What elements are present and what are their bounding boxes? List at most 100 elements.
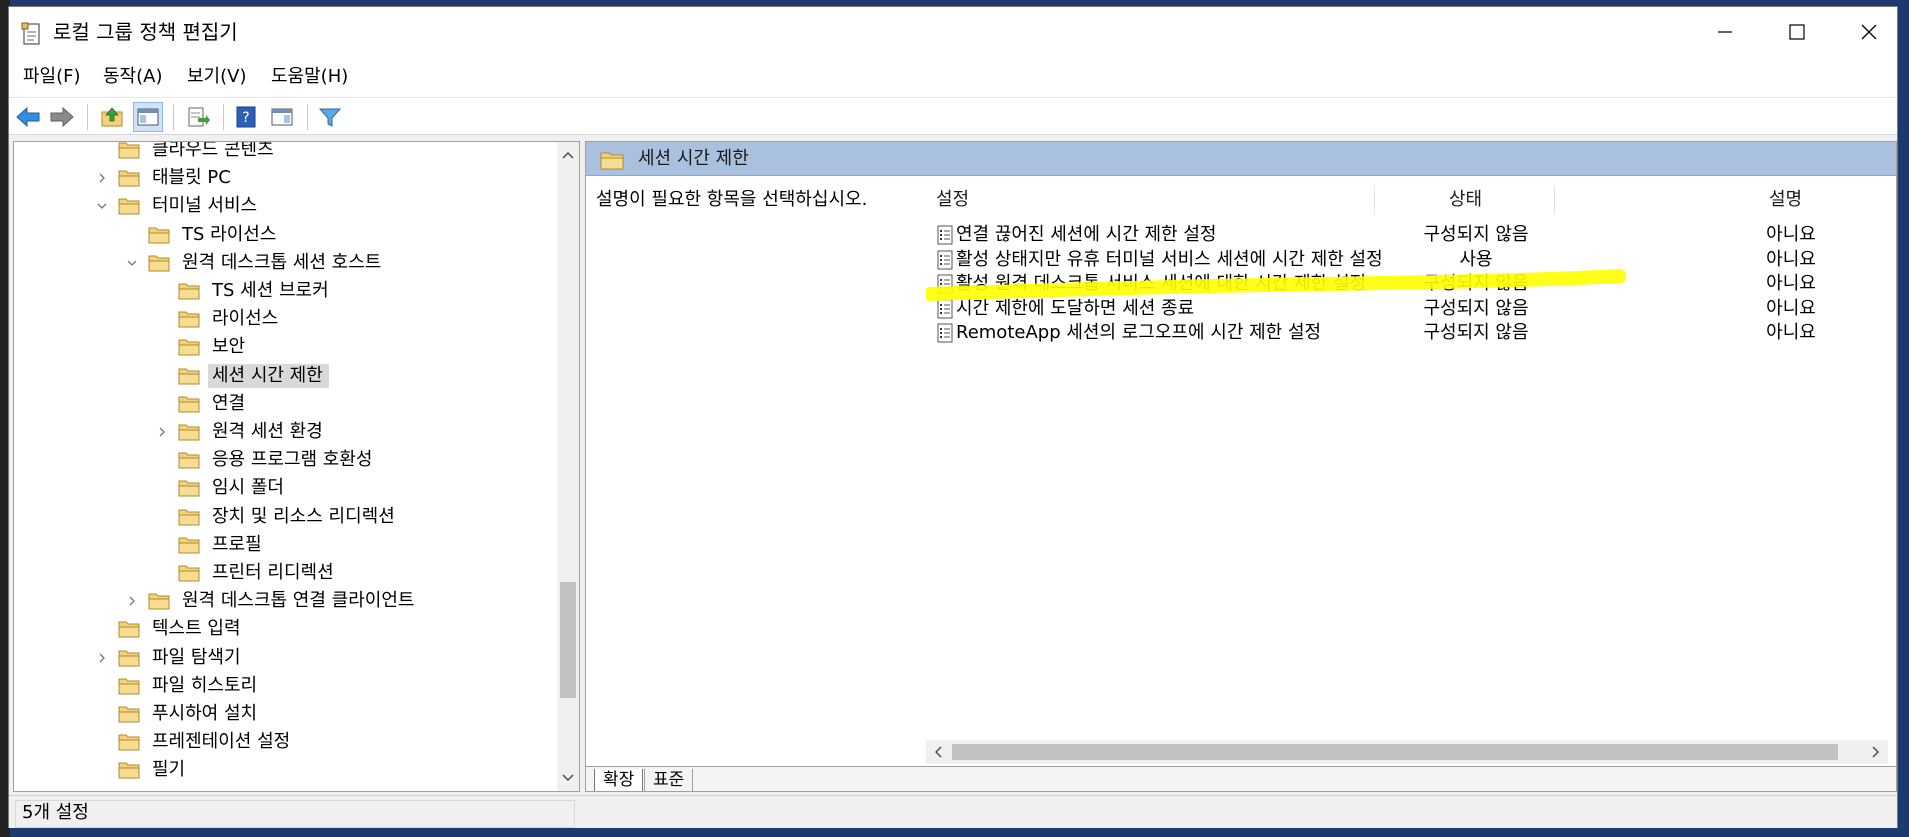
menu-help[interactable]: 도움말(H)	[271, 65, 348, 89]
tree-item[interactable]: 원격 데스크톱 연결 클라이언트	[126, 587, 420, 615]
setting-name: RemoteApp 세션의 로그오프에 시간 제한 설정	[956, 322, 1322, 343]
menu-view[interactable]: 보기(V)	[187, 65, 246, 89]
details-pane: 세션 시간 제한 설명이 필요한 항목을 선택하십시오. 설정 상태 설명 연결…	[585, 141, 1897, 792]
filter-button[interactable]	[315, 102, 345, 132]
menu-action[interactable]: 동작(A)	[103, 65, 162, 89]
tree-item[interactable]: 라이선스	[156, 305, 284, 333]
setting-state: 구성되지 않음	[1423, 322, 1529, 343]
folder-icon	[118, 621, 140, 638]
tree-item[interactable]: 프레젠테이션 설정	[96, 728, 296, 756]
show-hide-tree-button[interactable]	[133, 102, 163, 132]
help-button[interactable]: ?	[231, 102, 261, 132]
scroll-down-arrow[interactable]	[557, 767, 579, 789]
show-hide-action-pane-icon	[271, 108, 293, 126]
scroll-right-arrow[interactable]	[1864, 740, 1888, 764]
chevron-right-icon[interactable]	[96, 652, 108, 664]
chevron-right-icon[interactable]	[126, 595, 138, 607]
scroll-thumb[interactable]	[560, 582, 576, 698]
tree-item[interactable]: 장치 및 리소스 리디렉션	[156, 503, 401, 531]
forward-button[interactable]	[47, 102, 77, 132]
tab-extended[interactable]: 확장	[594, 769, 644, 791]
tree-item[interactable]: 태블릿 PC	[96, 164, 237, 192]
menu-bar: 파일(F) 동작(A) 보기(V) 도움말(H)	[9, 57, 1897, 97]
setting-state: 구성되지 않음	[1423, 297, 1529, 319]
scroll-up-arrow[interactable]	[557, 144, 579, 166]
folder-icon	[118, 170, 140, 187]
tab-standard[interactable]: 표준	[644, 769, 694, 791]
column-divider[interactable]	[1554, 186, 1555, 214]
column-header-setting[interactable]: 설정	[936, 188, 969, 212]
export-list-button[interactable]	[183, 102, 213, 132]
close-button[interactable]	[1833, 7, 1905, 57]
tree-item[interactable]: 세션 시간 제한	[156, 362, 329, 390]
chevron-right-icon[interactable]	[96, 172, 108, 184]
chevron-down-icon[interactable]	[126, 257, 138, 269]
policy-setting-icon	[937, 299, 953, 318]
tree-item[interactable]: 텍스트 입력	[96, 615, 247, 643]
tree-item[interactable]: 임시 폴더	[156, 474, 290, 502]
tree-item-label: TS 라이선스	[182, 223, 277, 245]
setting-comment: 아니요	[1766, 322, 1816, 343]
folder-icon	[600, 152, 624, 170]
folder-icon	[118, 650, 140, 667]
folder-icon	[178, 537, 200, 554]
column-divider[interactable]	[1374, 186, 1375, 214]
tree-item[interactable]: 응용 프로그램 호환성	[156, 446, 378, 474]
gpedit-window: 로컬 그룹 정책 편집기 파일(F) 동작(A) 보기(V) 도움말(H) ? …	[8, 6, 1898, 828]
minimize-button[interactable]	[1689, 7, 1761, 57]
tree-item[interactable]: TS 세션 브로커	[156, 277, 335, 305]
tree-item-label: 임시 폴더	[212, 477, 284, 499]
help-icon: ?	[236, 106, 256, 128]
folder-icon	[118, 734, 140, 751]
setting-name: 시간 제한에 도달하면 세션 종료	[956, 297, 1195, 319]
back-button[interactable]	[13, 102, 43, 132]
tree-item[interactable]: 필기	[96, 756, 191, 784]
title-bar: 로컬 그룹 정책 편집기	[9, 7, 1897, 57]
tree-item[interactable]: 터미널 서비스	[96, 192, 263, 220]
setting-row[interactable]: RemoteApp 세션의 로그오프에 시간 제한 설정 구성되지 않음 아니요	[926, 318, 1886, 348]
tree-vertical-scrollbar[interactable]	[557, 142, 579, 791]
tree-item-label: 라이선스	[212, 308, 279, 330]
toolbar-separator	[173, 104, 174, 130]
tree-item[interactable]: 원격 세션 환경	[156, 418, 329, 446]
tree-item[interactable]: 파일 히스토리	[96, 672, 263, 700]
tree-item[interactable]: TS 라이선스	[126, 221, 282, 249]
tree-item[interactable]: 원격 데스크톱 세션 호스트	[126, 249, 387, 277]
details-header: 세션 시간 제한	[586, 142, 1896, 176]
setting-state: 구성되지 않음	[1423, 224, 1529, 245]
column-header-state[interactable]: 상태	[1449, 188, 1482, 212]
folder-icon	[148, 255, 170, 272]
tree-item[interactable]: 프로필	[156, 531, 268, 559]
chevron-right-icon[interactable]	[156, 426, 168, 438]
show-hide-action-pane-button[interactable]	[267, 102, 297, 132]
tree-item-label: 원격 데스크톱 세션 호스트	[182, 251, 382, 273]
tree-item[interactable]: 푸시하여 설치	[96, 700, 263, 728]
folder-icon	[178, 565, 200, 582]
tree-item-label: 연결	[212, 392, 246, 414]
tree-item[interactable]: 보안	[156, 333, 251, 361]
column-header-comment[interactable]: 설명	[1769, 188, 1802, 212]
chevron-down-icon	[562, 774, 574, 781]
close-icon	[1861, 24, 1877, 40]
tree-item-label: 푸시하여 설치	[152, 703, 258, 724]
setting-name: 활성 원격 데스크톱 서비스 세션에 대한 시간 제한 설정	[956, 273, 1367, 294]
scroll-left-arrow[interactable]	[926, 740, 950, 764]
tree-item-label: 원격 세션 환경	[212, 421, 323, 442]
up-button[interactable]	[97, 102, 127, 132]
maximize-button[interactable]	[1761, 7, 1833, 57]
tree-item[interactable]: 연결	[156, 390, 251, 418]
scroll-thumb[interactable]	[952, 744, 1838, 760]
tree-item[interactable]: 프린터 리디렉션	[156, 559, 340, 587]
details-horizontal-scrollbar[interactable]	[926, 740, 1888, 764]
folder-icon	[178, 339, 200, 356]
menu-file[interactable]: 파일(F)	[23, 65, 81, 89]
chevron-down-icon[interactable]	[96, 200, 108, 212]
tree-item[interactable]: 파일 탐색기	[96, 644, 247, 672]
tree-item[interactable]: 클라우드 콘텐츠	[96, 142, 280, 164]
